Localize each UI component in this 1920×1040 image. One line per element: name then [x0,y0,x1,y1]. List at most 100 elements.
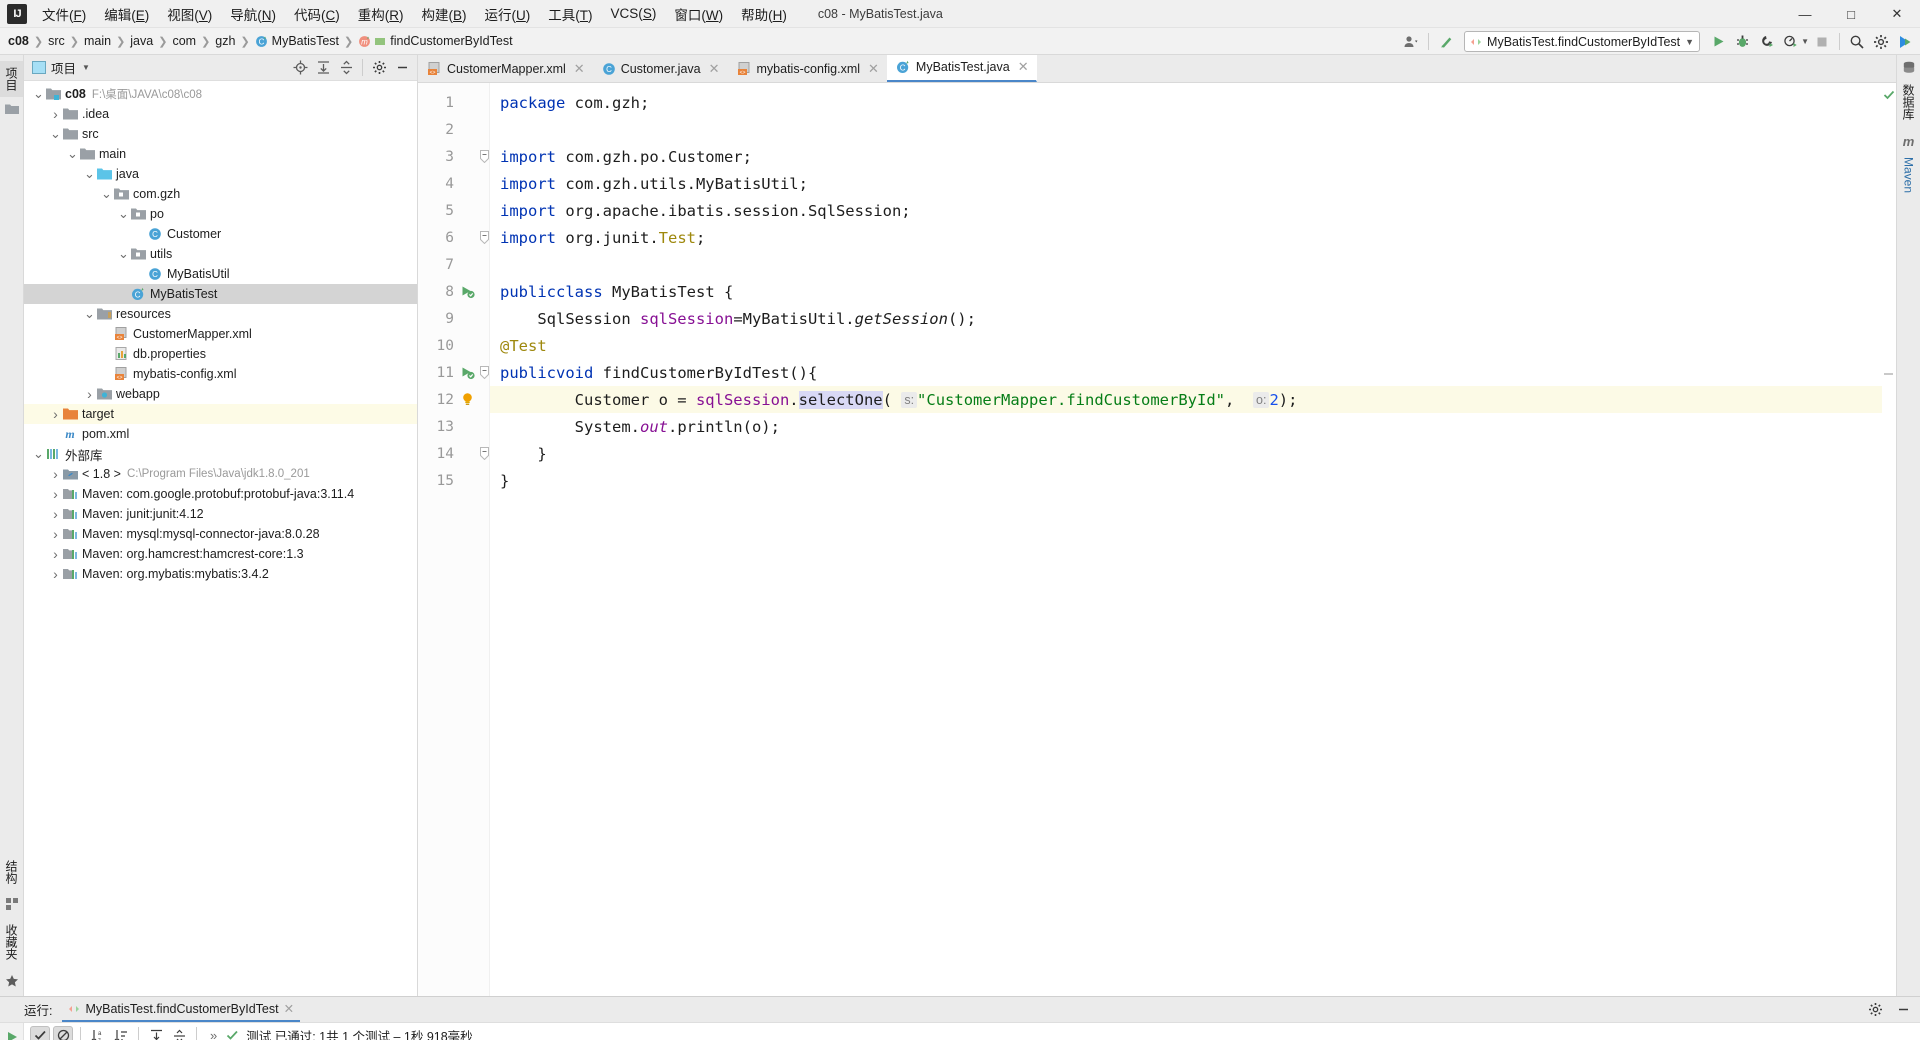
menu-bar[interactable]: 文件(F) 编辑(E) 视图(V) 导航(N) 代码(C) 重构(R) 构建(B) 运行(U)… [33,0,796,28]
chevron-down-icon[interactable]: ▼ [1685,37,1694,47]
sidebar-item-maven[interactable]: Maven [1899,151,1919,199]
breadcrumb-item-com[interactable]: com [172,34,196,48]
menu-item-f[interactable]: 文件(F) [33,0,95,28]
tree-node[interactable]: › Maven: org.mybatis:mybatis:3.4.2 [24,564,417,584]
overflow-icon[interactable]: » [210,1028,217,1040]
breadcrumb-item-java[interactable]: java [130,34,153,48]
project-tree[interactable]: ⌄ c08 F:\桌面\JAVA\c08\c08 › .idea ⌄ src ⌄ main ⌄ ja… [24,81,417,996]
fold-marker-icon[interactable] [480,447,489,460]
gutter-line[interactable]: 13 [418,413,489,440]
close-icon[interactable]: ✕ [284,1001,294,1016]
tree-node[interactable]: ⌄ main [24,144,417,164]
updates-icon[interactable] [1894,31,1916,53]
breadcrumb-item-gzh[interactable]: gzh [215,34,235,48]
tree-node[interactable]: ⌄ 外部库 [24,444,417,464]
gear-icon[interactable] [1864,999,1886,1021]
gutter-line[interactable]: 6 [418,224,489,251]
tree-node[interactable]: ⌄ po [24,204,417,224]
code-line[interactable]: @Test [490,332,1882,359]
tree-node[interactable]: › .idea [24,104,417,124]
sidebar-item-favorites[interactable]: 收藏夹 [0,918,23,966]
close-tab-icon[interactable]: ✕ [868,61,879,77]
editor-tab-mybatistest-java[interactable]: C MyBatisTest.java ✕ [886,54,1037,82]
breadcrumb[interactable]: c08 ❯ src ❯ main ❯ java ❯ com ❯ gzh ❯ C MyBatisTest ❯ m… [8,34,513,48]
collapse-all-icon[interactable] [169,1026,189,1040]
code-line[interactable]: package com.gzh; [490,89,1882,116]
editor-tab-mybatis-config-xml[interactable]: <> mybatis-config.xml ✕ [728,55,887,82]
code-line[interactable] [490,116,1882,143]
fold-marker-icon[interactable] [480,366,489,379]
tree-node[interactable]: C Customer [24,224,417,244]
stop-button[interactable] [1811,31,1833,53]
close-tab-icon[interactable]: ✕ [574,61,585,77]
chevron-down-icon[interactable]: ⌄ [117,247,130,260]
chevron-down-icon[interactable]: ▼ [82,63,90,72]
line-number-gutter[interactable]: 1 2 3 4 5 6 7 8 9 10 11 12 13 14 15 [418,83,490,996]
sidebar-item-structure[interactable]: 结构 [0,854,23,890]
breadcrumb-item-main[interactable]: main [84,34,111,48]
hide-icon[interactable] [1892,999,1914,1021]
sort-duration-icon[interactable] [111,1026,131,1040]
chevron-right-icon[interactable]: › [49,487,62,501]
tree-node[interactable]: › target [24,404,417,424]
code-line[interactable]: import org.apache.ibatis.session.SqlSess… [490,197,1882,224]
debug-button[interactable] [1731,31,1753,53]
tree-node[interactable]: C MyBatisTest [24,284,417,304]
code-line[interactable]: } [490,440,1882,467]
gutter-line[interactable]: 5 [418,197,489,224]
editor-tabs[interactable]: <> CustomerMapper.xml ✕ C Customer.java ✕ <> my… [418,54,1896,83]
chevron-right-icon[interactable]: › [49,547,62,561]
tree-node[interactable]: ⌄ com.gzh [24,184,417,204]
intention-bulb-icon[interactable] [458,392,476,407]
breadcrumb-item-mybatistest[interactable]: C MyBatisTest [255,34,339,48]
show-ignored-icon[interactable] [53,1025,73,1040]
code-line[interactable]: public class MyBatisTest { [490,278,1882,305]
code-line[interactable]: Customer o = sqlSession. selectOne( s: "C… [490,386,1882,413]
tree-node[interactable]: ⌄ resources [24,304,417,324]
fold-marker-icon[interactable] [480,150,489,163]
run-test-gutter-icon[interactable] [458,284,476,299]
locate-icon[interactable] [289,57,311,79]
tree-node[interactable]: ⌄ utils [24,244,417,264]
code-line[interactable]: SqlSession sqlSession =MyBatisUtil. getSes… [490,305,1882,332]
profile-chevron-icon[interactable]: ▼ [1801,37,1809,46]
gutter-line[interactable]: 2 [418,116,489,143]
gutter-line[interactable]: 10 [418,332,489,359]
tree-node[interactable]: › < 1.8 > C:\Program Files\Java\jdk1.8.0_2… [24,464,417,484]
gutter-line[interactable]: 12 [418,386,489,413]
stripe-mark[interactable] [1884,373,1893,375]
minimize-button[interactable]: — [1782,0,1828,28]
gear-icon[interactable] [368,57,390,79]
gutter-line[interactable]: 8 [418,278,489,305]
sidebar-item-database[interactable]: 数据库 [1897,78,1920,126]
user-icon[interactable] [1400,31,1422,53]
chevron-down-icon[interactable]: ⌄ [32,447,45,460]
menu-item-v[interactable]: 视图(V) [158,0,221,28]
chevron-right-icon[interactable]: › [83,387,96,401]
gutter-line[interactable]: 1 [418,89,489,116]
code-line[interactable]: System. out .println(o); [490,413,1882,440]
hide-icon[interactable] [391,57,413,79]
vcs-update-icon[interactable] [1435,31,1457,53]
menu-item-u[interactable]: 运行(U) [476,0,540,28]
breadcrumb-item-c08[interactable]: c08 [8,34,29,48]
run-test-gutter-icon[interactable] [458,365,476,380]
gutter-line[interactable]: 9 [418,305,489,332]
code-line[interactable]: import org.junit. Test; [490,224,1882,251]
chevron-right-icon[interactable]: › [49,467,62,481]
code-editor[interactable]: 1 2 3 4 5 6 7 8 9 10 11 12 13 14 15 package com.gzh; im… [418,83,1896,996]
menu-item-b[interactable]: 构建(B) [413,0,476,28]
tree-node[interactable]: › Maven: com.google.protobuf:protobuf-jav… [24,484,417,504]
tree-node[interactable]: ⌄ src [24,124,417,144]
show-passed-icon[interactable] [30,1025,50,1040]
tree-node[interactable]: › Maven: mysql:mysql-connector-java:8.0.2… [24,524,417,544]
tree-node[interactable]: ⌄ c08 F:\桌面\JAVA\c08\c08 [24,84,417,104]
search-icon[interactable] [1846,31,1868,53]
sort-alphabetically-icon[interactable]: az [88,1026,108,1040]
tree-node[interactable]: C MyBatisUtil [24,264,417,284]
tree-node[interactable]: ⌄ java [24,164,417,184]
tree-node[interactable]: <> CustomerMapper.xml [24,324,417,344]
menu-item-n[interactable]: 导航(N) [221,0,285,28]
tree-node[interactable]: › webapp [24,384,417,404]
menu-item-c[interactable]: 代码(C) [285,0,349,28]
